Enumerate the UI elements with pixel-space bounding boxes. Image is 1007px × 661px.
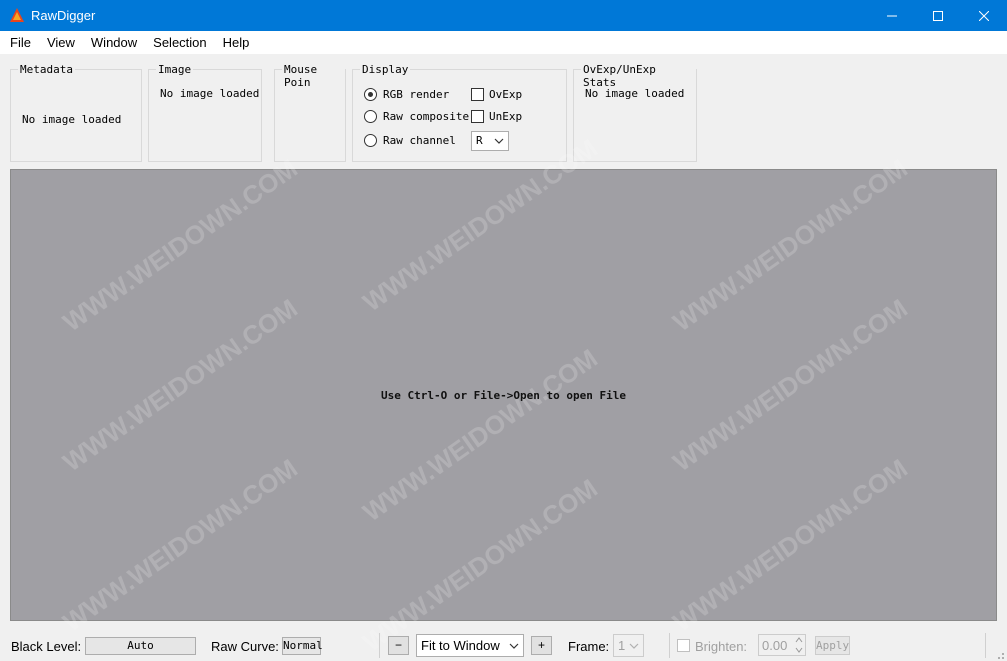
image-status-text: No image loaded — [160, 87, 260, 100]
metadata-panel-title: Metadata — [18, 63, 75, 76]
title-bar: RawDigger — [0, 0, 1007, 31]
close-icon — [979, 10, 989, 21]
brighten-value: 0.00 — [762, 638, 788, 653]
raw-channel-radio[interactable] — [364, 134, 377, 147]
resize-grip-icon[interactable] — [993, 648, 1005, 660]
ovexp-option[interactable]: OvExp — [471, 88, 522, 101]
raw-channel-option[interactable]: Raw channel — [364, 134, 456, 147]
image-panel: Image No image loaded — [148, 63, 262, 162]
mouse-pointer-panel-title: Mouse Poin — [282, 63, 345, 89]
watermark-text: WWW.WEIDOWN.COM — [57, 152, 303, 338]
raw-composite-label: Raw composite — [383, 110, 470, 123]
bottom-toolbar: Black Level: Auto Raw Curve: Normal − Fi… — [0, 630, 1007, 661]
rawdigger-logo-icon — [10, 8, 24, 22]
menu-view[interactable]: View — [39, 31, 83, 54]
brighten-spinner[interactable]: 0.00 — [758, 634, 806, 656]
minimize-icon — [887, 15, 897, 16]
rgb-render-label: RGB render — [383, 88, 450, 101]
ovexp-unexp-stats-panel: OvExp/UnExp Stats No image loaded — [573, 63, 697, 162]
watermark-text: WWW.WEIDOWN.COM — [667, 292, 913, 478]
brighten-checkbox[interactable] — [677, 639, 690, 652]
chevron-down-icon — [629, 643, 639, 649]
unexp-checkbox[interactable] — [471, 110, 484, 123]
display-panel-title: Display — [360, 63, 411, 76]
watermark-text: WWW.WEIDOWN.COM — [667, 152, 913, 338]
raw-curve-field[interactable]: Normal — [282, 637, 323, 655]
watermark-text: WWW.WEIDOWN.COM — [57, 452, 303, 638]
zoom-select[interactable]: Fit to Window — [416, 634, 524, 657]
raw-channel-select[interactable]: R — [471, 131, 509, 151]
maximize-icon — [933, 10, 943, 21]
image-panel-title: Image — [156, 63, 194, 76]
rgb-render-radio[interactable] — [364, 88, 377, 101]
toolbar-divider — [985, 633, 986, 658]
black-level-field[interactable]: Auto — [85, 637, 196, 655]
zoom-select-value: Fit to Window — [421, 638, 500, 653]
watermark-text: WWW.WEIDOWN.COM — [357, 342, 603, 528]
stats-status-text: No image loaded — [585, 87, 685, 100]
raw-composite-option[interactable]: Raw composite — [364, 110, 469, 123]
menu-selection[interactable]: Selection — [145, 31, 214, 54]
rgb-render-option[interactable]: RGB render — [364, 88, 449, 101]
toolbar-divider — [379, 633, 380, 658]
frame-label: Frame: — [568, 639, 610, 654]
frame-select-value: 1 — [618, 638, 626, 653]
zoom-out-button[interactable]: − — [388, 636, 409, 655]
raw-channel-select-value: R — [476, 134, 483, 147]
metadata-status-text: No image loaded — [22, 113, 122, 126]
frame-select[interactable]: 1 — [613, 634, 644, 657]
chevron-down-icon — [494, 138, 504, 144]
open-file-hint: Use Ctrl-O or File->Open to open File — [380, 389, 627, 402]
raw-composite-radio[interactable] — [364, 110, 377, 123]
unexp-label: UnExp — [489, 110, 523, 123]
minimize-button[interactable] — [869, 0, 915, 31]
brighten-label: Brighten: — [695, 639, 748, 654]
zoom-in-button[interactable]: + — [531, 636, 552, 655]
maximize-button[interactable] — [915, 0, 961, 31]
watermark-text: WWW.WEIDOWN.COM — [57, 292, 303, 478]
unexp-option[interactable]: UnExp — [471, 110, 522, 123]
menu-window[interactable]: Window — [83, 31, 145, 54]
spin-down-icon[interactable] — [795, 646, 803, 654]
ovexp-checkbox[interactable] — [471, 88, 484, 101]
raw-channel-label: Raw channel — [383, 134, 456, 147]
close-button[interactable] — [961, 0, 1007, 31]
window-title: RawDigger — [31, 8, 96, 23]
image-canvas[interactable]: WWW.WEIDOWN.COM WWW.WEIDOWN.COM WWW.WEID… — [10, 133, 997, 657]
metadata-panel: Metadata No image loaded — [10, 63, 142, 162]
toolbar-divider — [669, 633, 670, 658]
menu-bar: File View Window Selection Help — [0, 31, 1007, 54]
chevron-down-icon — [509, 643, 519, 649]
ovexp-label: OvExp — [489, 88, 523, 101]
raw-curve-label: Raw Curve: — [211, 639, 279, 654]
spin-up-icon[interactable] — [795, 636, 803, 644]
apply-button[interactable]: Apply — [815, 636, 850, 655]
menu-help[interactable]: Help — [215, 31, 258, 54]
watermark-text: WWW.WEIDOWN.COM — [667, 452, 913, 638]
mouse-pointer-panel: Mouse Poin — [274, 63, 346, 162]
black-level-label: Black Level: — [11, 639, 82, 654]
menu-file[interactable]: File — [2, 31, 39, 54]
stats-panel-title: OvExp/UnExp Stats — [581, 63, 696, 89]
